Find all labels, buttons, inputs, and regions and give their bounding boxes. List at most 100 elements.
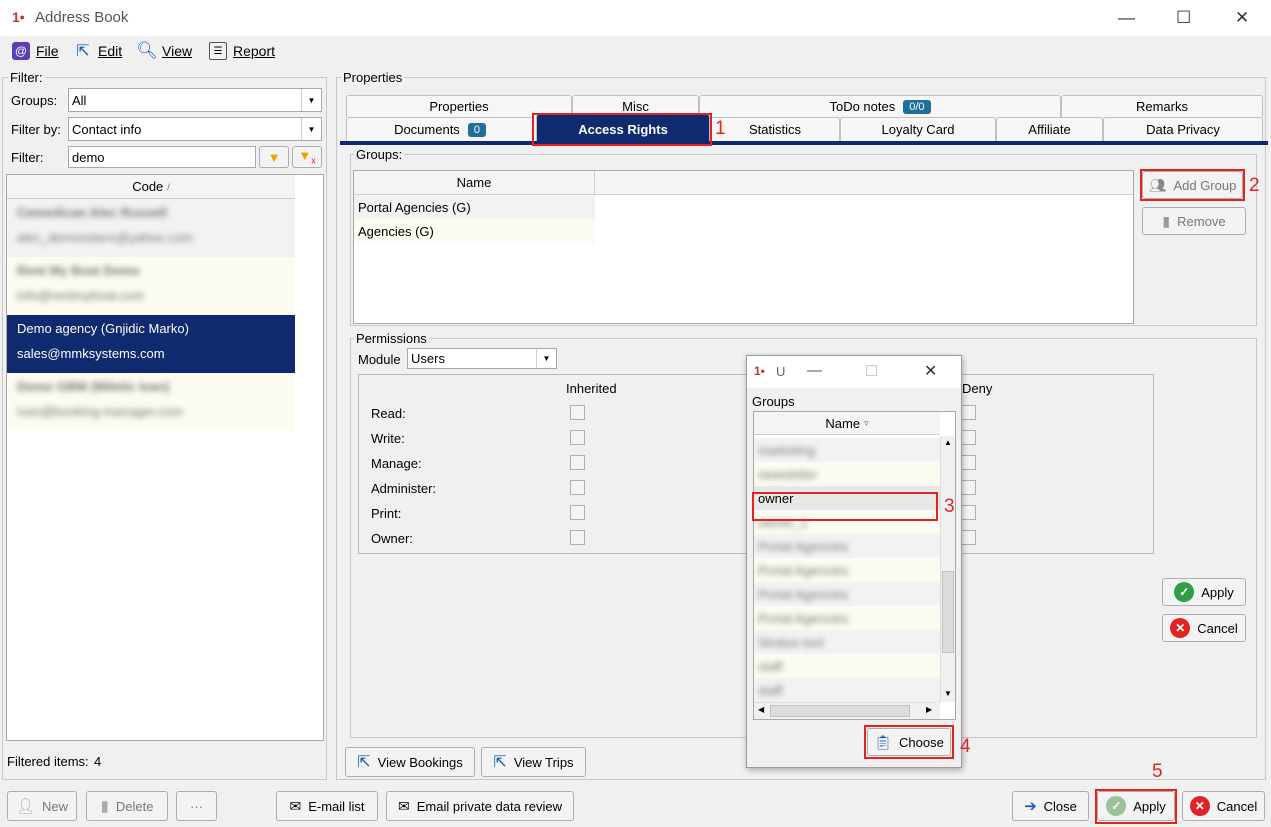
annotation-number-1: 1 xyxy=(715,118,726,139)
view-bookings-button[interactable]: ⇱ View Bookings xyxy=(345,747,475,777)
filterby-select[interactable]: Contact info ▼ xyxy=(68,117,322,141)
close-window-icon[interactable]: ✕ xyxy=(1235,8,1249,28)
menu-edit[interactable]: ⇱ Edit xyxy=(74,42,122,60)
tab-label: ToDo notes xyxy=(829,99,896,114)
user-icon: 👤︎ xyxy=(15,798,36,815)
apply-filter-button[interactable]: ▼ xyxy=(259,146,289,168)
groups-select[interactable]: All ▼ xyxy=(68,88,322,112)
menu-view[interactable]: 🔍︎ View xyxy=(136,41,192,60)
code-column-header[interactable]: Code / xyxy=(7,175,295,199)
scroll-right-icon[interactable]: ▶ xyxy=(926,705,932,714)
dialog-groups-list[interactable]: Name ▿ marketing newsletter owner owner_… xyxy=(753,411,956,720)
email-private-data-button[interactable]: ✉ Email private data review xyxy=(386,791,574,821)
menu-report[interactable]: ☰ Report xyxy=(209,42,275,60)
close-icon[interactable]: ✕ xyxy=(924,361,937,381)
list-item[interactable]: Portal Agencies xyxy=(754,582,940,606)
tab-data-privacy[interactable]: Data Privacy xyxy=(1103,117,1263,141)
groups-label: Groups: xyxy=(11,93,58,108)
scroll-down-icon[interactable]: ▼ xyxy=(944,689,952,698)
tab-loyalty-card[interactable]: Loyalty Card xyxy=(840,117,996,141)
close-label: Close xyxy=(1043,798,1077,814)
dialog-name-column-header[interactable]: Name ▿ xyxy=(754,412,940,435)
minimize-icon[interactable]: — xyxy=(807,362,822,379)
list-item[interactable]: Portal Agencies xyxy=(754,534,940,558)
deny-administer-checkbox[interactable] xyxy=(961,480,976,495)
list-item[interactable]: Portal Agencies xyxy=(754,606,940,630)
dialog-title: U xyxy=(776,364,786,379)
perm-print-label: Print: xyxy=(371,506,402,521)
list-item[interactable]: staff xyxy=(754,654,940,678)
list-item[interactable]: Stratus tool xyxy=(754,630,940,654)
module-select[interactable]: Users ▼ xyxy=(407,348,557,369)
remove-group-button[interactable]: ▮ Remove xyxy=(1142,207,1246,235)
delete-button[interactable]: ▮ Delete xyxy=(86,791,168,821)
permissions-apply-button[interactable]: ✓ Apply xyxy=(1162,578,1246,606)
groups-select-value: All xyxy=(72,92,87,108)
tab-todo-notes[interactable]: ToDo notes 0/0 xyxy=(699,95,1061,117)
deny-write-checkbox[interactable] xyxy=(961,430,976,445)
more-button[interactable]: ··· xyxy=(176,791,217,821)
app-logo-icon: 1• xyxy=(754,364,765,378)
horizontal-scrollbar[interactable]: ◀ ▶ xyxy=(754,702,940,719)
list-item[interactable]: Cemedican Alec Russell alec_demonsters@y… xyxy=(7,199,295,257)
list-item[interactable]: marketing xyxy=(754,438,940,462)
envelope-add-icon: ✉ xyxy=(398,797,410,814)
deny-read-checkbox[interactable] xyxy=(961,405,976,420)
view-trips-button[interactable]: ⇱ View Trips xyxy=(481,747,586,777)
table-row[interactable]: Portal Agencies (G) xyxy=(354,195,595,219)
scroll-left-icon[interactable]: ◀ xyxy=(758,705,764,714)
inherited-read-checkbox[interactable] xyxy=(570,405,585,420)
funnel-icon: ▼ xyxy=(267,149,281,165)
sort-icon: ▿ xyxy=(864,417,869,428)
tab-remarks[interactable]: Remarks xyxy=(1061,95,1263,117)
todo-count-badge: 0/0 xyxy=(903,99,931,114)
inherited-write-checkbox[interactable] xyxy=(570,430,585,445)
list-item-name: Rent My Boat Demo xyxy=(17,263,140,278)
close-button[interactable]: ➔ Close xyxy=(1012,791,1089,821)
groups-table[interactable]: Name Portal Agencies (G) Agencies (G) xyxy=(353,170,1134,324)
contact-list[interactable]: Code / Cemedican Alec Russell alec_demon… xyxy=(6,174,324,741)
list-item-name: Demo GBM (Miletic Ivan) xyxy=(17,379,170,394)
h-scroll-thumb[interactable] xyxy=(770,705,910,717)
list-item[interactable]: staff xyxy=(754,678,940,702)
groups-name-column-header[interactable]: Name xyxy=(354,171,595,195)
tab-affiliate[interactable]: Affiliate xyxy=(996,117,1103,141)
maximize-icon[interactable]: ☐ xyxy=(865,362,878,380)
filtered-items-label: Filtered items: xyxy=(7,754,89,769)
cancel-button[interactable]: ✕ Cancel xyxy=(1182,791,1265,821)
minimize-icon[interactable]: — xyxy=(1118,8,1135,28)
email-list-button[interactable]: ✉ E-mail list xyxy=(276,791,378,821)
table-row[interactable]: Agencies (G) xyxy=(354,219,595,243)
open-arrow-icon: ⇱ xyxy=(357,754,371,771)
list-item[interactable]: Demo GBM (Miletic Ivan) ivan@booking-man… xyxy=(7,373,295,431)
inherited-print-checkbox[interactable] xyxy=(570,505,585,520)
scroll-up-icon[interactable]: ▲ xyxy=(944,438,952,447)
delete-label: Delete xyxy=(115,798,154,814)
permissions-cancel-button[interactable]: ✕ Cancel xyxy=(1162,614,1246,642)
maximize-icon[interactable]: ☐ xyxy=(1176,8,1191,28)
inherited-manage-checkbox[interactable] xyxy=(570,455,585,470)
filter-input[interactable]: demo xyxy=(68,146,256,168)
new-button[interactable]: 👤︎ New xyxy=(7,791,77,821)
menu-file[interactable]: @ File xyxy=(12,42,59,60)
cancel-label: Cancel xyxy=(1197,620,1238,636)
delete-doc-icon: ▮ xyxy=(100,798,109,815)
filtered-items-count: 4 xyxy=(94,754,102,769)
deny-manage-checkbox[interactable] xyxy=(961,455,976,470)
cancel-icon: ✕ xyxy=(1189,796,1210,816)
deny-print-checkbox[interactable] xyxy=(961,505,976,520)
funnel-clear-icon: ▼x xyxy=(298,148,316,166)
list-item[interactable]: Portal Agencies xyxy=(754,558,940,582)
inherited-administer-checkbox[interactable] xyxy=(570,480,585,495)
list-item[interactable]: Rent My Boat Demo info@rentmyboat.com xyxy=(7,257,295,315)
vertical-scrollbar[interactable]: ▲ ▼ xyxy=(940,436,955,702)
tab-statistics[interactable]: Statistics xyxy=(710,117,840,141)
chevron-down-icon: ▼ xyxy=(301,118,321,140)
scroll-thumb[interactable] xyxy=(942,571,954,653)
clear-filter-button[interactable]: ▼x xyxy=(292,146,322,168)
list-item-selected[interactable]: Demo agency (Gnjidic Marko) sales@mmksys… xyxy=(7,315,295,373)
inherited-owner-checkbox[interactable] xyxy=(570,530,585,545)
list-item[interactable]: newsletter xyxy=(754,462,940,486)
deny-owner-checkbox[interactable] xyxy=(961,530,976,545)
tab-documents[interactable]: Documents 0 xyxy=(346,117,534,141)
